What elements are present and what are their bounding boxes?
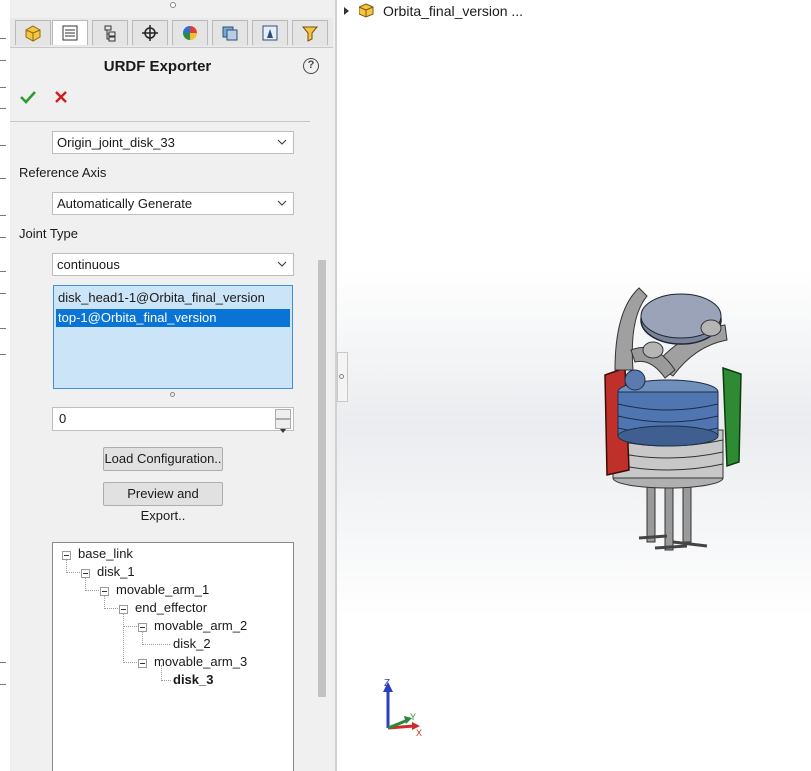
tab-cam[interactable] bbox=[212, 20, 248, 45]
configuration-manager-icon bbox=[104, 25, 116, 42]
tab-display-manager[interactable] bbox=[172, 20, 208, 45]
list-item-selected[interactable]: top-1@Orbita_final_version bbox=[56, 309, 290, 327]
collapse-toggle[interactable] bbox=[62, 551, 71, 560]
model-tree-flyout[interactable]: Orbita_final_version ... bbox=[343, 0, 523, 22]
tree-node-base-link[interactable]: base_link bbox=[78, 546, 133, 561]
joint-type-select[interactable]: continuous bbox=[52, 253, 294, 276]
ok-checkmark-icon[interactable] bbox=[19, 89, 37, 105]
collapse-handle-dot bbox=[339, 374, 344, 379]
scrollbar-thumb[interactable] bbox=[318, 260, 326, 697]
load-configuration-button[interactable]: Load Configuration.. bbox=[103, 447, 223, 471]
left-gutter bbox=[0, 0, 10, 771]
collapse-toggle[interactable] bbox=[138, 623, 147, 632]
triangle-down-icon bbox=[280, 429, 286, 433]
panel-resize-dot[interactable] bbox=[170, 2, 176, 8]
motion-icon bbox=[262, 25, 278, 41]
reference-axis-value: Automatically Generate bbox=[57, 196, 193, 211]
joint-type-value: continuous bbox=[57, 257, 120, 272]
model-name: Orbita_final_version ... bbox=[383, 3, 524, 19]
link-tree[interactable]: base_link disk_1 movable_arm_1 end_effec… bbox=[52, 542, 294, 771]
limit-value-spinbox[interactable]: 0 bbox=[52, 407, 294, 433]
collapse-toggle[interactable] bbox=[81, 569, 90, 578]
panel-title: URDF Exporter bbox=[103, 58, 212, 75]
feature-manager-icon bbox=[25, 25, 41, 42]
collapse-toggle[interactable] bbox=[119, 605, 128, 614]
tree-node-movable-arm-2[interactable]: movable_arm_2 bbox=[154, 618, 247, 633]
spin-up-button[interactable] bbox=[275, 409, 291, 423]
tab-property-manager[interactable] bbox=[52, 20, 88, 45]
cam-icon bbox=[222, 26, 238, 41]
components-listbox[interactable]: disk_head1-1@Orbita_final_version top-1@… bbox=[53, 285, 293, 389]
limit-value: 0 bbox=[59, 411, 67, 426]
help-icon[interactable]: ? bbox=[303, 58, 319, 74]
collapse-toggle[interactable] bbox=[138, 659, 147, 668]
chevron-down-icon bbox=[277, 139, 287, 145]
coordinate-system-select[interactable]: Origin_joint_disk_33 bbox=[52, 131, 294, 154]
spin-down-button[interactable] bbox=[275, 419, 291, 433]
tab-filter[interactable] bbox=[292, 20, 328, 45]
color-wheel-icon bbox=[183, 26, 197, 40]
assembly-icon bbox=[359, 3, 374, 18]
cancel-x-icon[interactable] bbox=[54, 90, 68, 104]
coordinate-system-value: Origin_joint_disk_33 bbox=[57, 135, 175, 150]
tree-node-movable-arm-3[interactable]: movable_arm_3 bbox=[154, 654, 247, 669]
collapse-toggle[interactable] bbox=[100, 587, 109, 596]
tree-node-movable-arm-1[interactable]: movable_arm_1 bbox=[116, 582, 209, 597]
robot-model-render[interactable] bbox=[595, 280, 745, 570]
tree-node-end-effector[interactable]: end_effector bbox=[135, 600, 207, 615]
tab-configuration-manager[interactable] bbox=[92, 20, 128, 45]
reference-axis-select[interactable]: Automatically Generate bbox=[52, 192, 294, 215]
triad-x-label: X bbox=[416, 728, 422, 738]
listbox-resize-grip[interactable] bbox=[170, 392, 175, 397]
chevron-down-icon bbox=[277, 261, 287, 267]
tree-node-disk-1[interactable]: disk_1 bbox=[97, 564, 135, 579]
property-manager-icon bbox=[62, 25, 78, 41]
preview-and-export-button[interactable]: Preview and Export.. bbox=[103, 482, 223, 523]
tab-feature-manager[interactable] bbox=[15, 20, 51, 45]
triad-z-label: Z bbox=[384, 678, 390, 689]
list-item[interactable]: disk_head1-1@Orbita_final_version bbox=[56, 289, 290, 307]
tab-motion[interactable] bbox=[252, 20, 288, 45]
manager-tabs bbox=[10, 18, 333, 48]
chevron-down-icon bbox=[277, 200, 287, 206]
header-divider bbox=[10, 121, 310, 122]
crosshair-icon bbox=[142, 25, 158, 41]
tree-node-disk-2[interactable]: disk_2 bbox=[173, 636, 211, 651]
filter-icon bbox=[301, 26, 319, 42]
triad-y-label: Y bbox=[410, 712, 416, 722]
tab-dimxpert[interactable] bbox=[132, 20, 168, 45]
tree-node-disk-3[interactable]: disk_3 bbox=[173, 672, 213, 687]
reference-axis-label: Reference Axis bbox=[19, 165, 107, 180]
expand-arrow-icon[interactable] bbox=[343, 6, 351, 16]
axis-triad: Z Y X bbox=[383, 678, 422, 738]
joint-type-label: Joint Type bbox=[19, 226, 79, 241]
